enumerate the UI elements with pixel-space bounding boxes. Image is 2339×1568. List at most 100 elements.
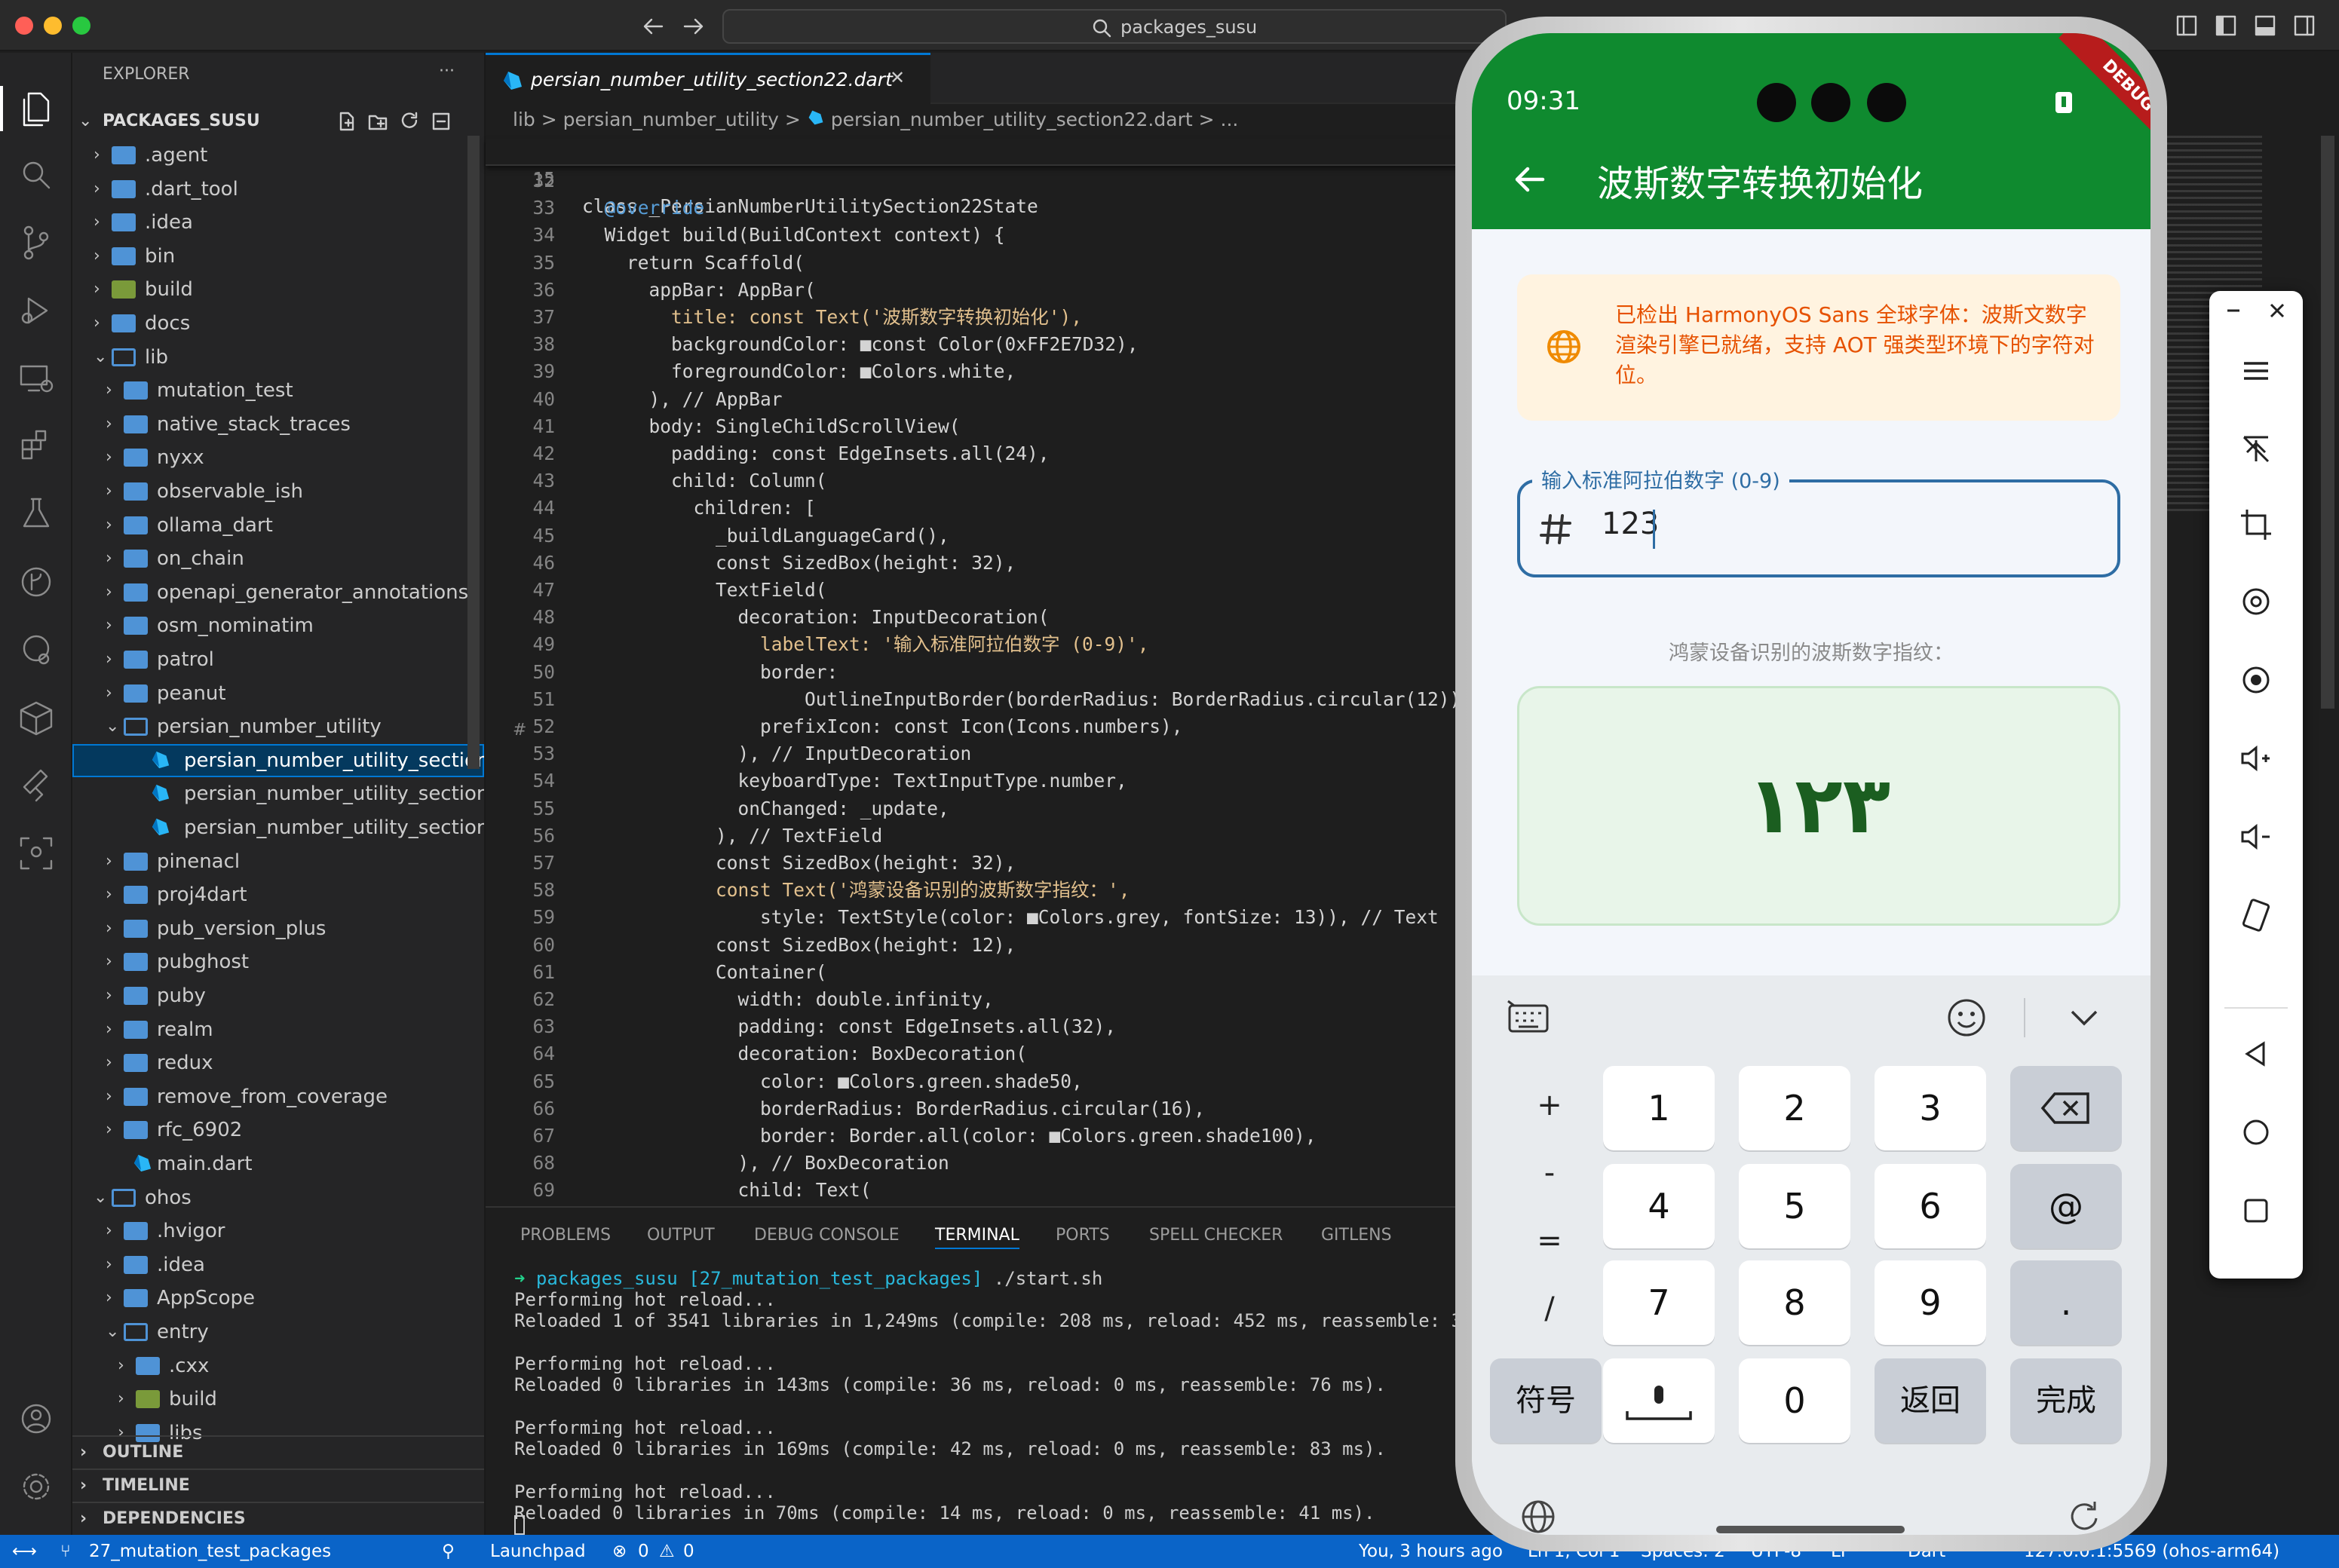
code-line[interactable]: 39 foregroundColor: ■Colors.white, bbox=[486, 358, 1579, 385]
section-dependencies[interactable]: › DEPENDENCIES bbox=[72, 1502, 484, 1535]
code-line[interactable]: 63 padding: const EdgeInsets.all(32), bbox=[486, 1013, 1579, 1040]
new-file-icon[interactable] bbox=[335, 110, 357, 133]
nav-home-circle-icon[interactable] bbox=[2233, 1110, 2279, 1155]
tree-item[interactable]: main.dart bbox=[72, 1147, 484, 1181]
digit-key[interactable]: 2 bbox=[1739, 1066, 1850, 1150]
pin-off-icon[interactable] bbox=[2233, 427, 2279, 472]
tree-item[interactable]: › puby bbox=[72, 979, 484, 1012]
terminal-output[interactable]: Performing hot reload... Reloaded 1 of 35… bbox=[486, 1289, 1579, 1530]
code-line[interactable]: 55 onChanged: _update, bbox=[486, 795, 1579, 822]
dot-key[interactable]: . bbox=[2010, 1260, 2122, 1345]
voice-input-key[interactable] bbox=[1603, 1358, 1715, 1443]
language-globe-icon[interactable] bbox=[1519, 1497, 1558, 1535]
tree-item[interactable]: › bin bbox=[72, 240, 484, 273]
volume-down-icon[interactable] bbox=[2233, 814, 2279, 859]
run-debug-icon[interactable] bbox=[14, 288, 59, 333]
code-line[interactable]: 42 padding: const EdgeInsets.all(24), bbox=[486, 440, 1579, 467]
minimize-emulator-icon[interactable] bbox=[2218, 296, 2264, 341]
flutter-icon[interactable] bbox=[14, 763, 59, 808]
tree-item[interactable]: › native_stack_traces bbox=[72, 408, 484, 441]
tree-item[interactable]: › .dart_tool bbox=[72, 173, 484, 206]
tree-item[interactable]: › redux bbox=[72, 1046, 484, 1080]
warning-count[interactable]: 0 bbox=[683, 1535, 694, 1568]
tree-item[interactable]: › on_chain bbox=[72, 542, 484, 575]
back-arrow-icon[interactable] bbox=[1513, 163, 1546, 196]
toggle-panel-icon[interactable] bbox=[2253, 14, 2277, 38]
breadcrumb-lib[interactable]: lib bbox=[513, 109, 535, 130]
toggle-secondary-sidebar-icon[interactable] bbox=[2292, 14, 2316, 38]
tree-item[interactable]: › remove_from_coverage bbox=[72, 1080, 484, 1113]
tree-item[interactable]: › build bbox=[72, 1383, 484, 1416]
code-line[interactable]: 52 prefixIcon: const Icon(Icons.numbers)… bbox=[486, 713, 1579, 740]
panel-tab-gitlens[interactable]: GITLENS bbox=[1321, 1226, 1392, 1245]
sticky-scroll-line[interactable]: 15 class _PersianNumberUtilitySection22S… bbox=[486, 139, 1579, 217]
breadcrumb-folder[interactable]: persian_number_utility bbox=[563, 109, 779, 130]
tree-item[interactable]: › AppScope bbox=[72, 1282, 484, 1315]
tree-item[interactable]: › docs bbox=[72, 307, 484, 340]
toggle-sidebar-icon[interactable] bbox=[2214, 14, 2238, 38]
code-line[interactable]: 36 appBar: AppBar( bbox=[486, 277, 1579, 304]
remote-icon[interactable]: ⟷ bbox=[12, 1535, 37, 1568]
volume-up-icon[interactable] bbox=[2233, 736, 2279, 781]
code-line[interactable]: 38 backgroundColor: ■const Color(0xFF2E7… bbox=[486, 331, 1579, 358]
back-arrow-icon[interactable] bbox=[642, 17, 665, 36]
code-line[interactable]: 51 OutlineInputBorder(borderRadius: Bord… bbox=[486, 686, 1579, 713]
code-line[interactable]: 59 style: TextStyle(color: ■Colors.grey,… bbox=[486, 904, 1579, 931]
source-control-icon[interactable] bbox=[14, 220, 59, 265]
code-line[interactable]: 43 child: Column( bbox=[486, 467, 1579, 495]
minimize-window-button[interactable] bbox=[44, 17, 62, 35]
digit-key[interactable]: 5 bbox=[1739, 1164, 1850, 1248]
code-line[interactable]: 33 @override bbox=[486, 194, 1579, 222]
error-count[interactable]: 0 bbox=[638, 1535, 649, 1568]
digit-key[interactable]: 0 bbox=[1739, 1358, 1850, 1443]
digit-key[interactable]: 6 bbox=[1875, 1164, 1986, 1248]
rotate-device-icon[interactable] bbox=[2233, 893, 2279, 938]
testing-icon[interactable] bbox=[14, 492, 59, 537]
tree-item[interactable]: › pinenacl bbox=[72, 845, 484, 878]
panel-tab-spell-checker[interactable]: SPELL CHECKER bbox=[1149, 1226, 1283, 1245]
remote-explorer-icon[interactable] bbox=[14, 356, 59, 401]
search-icon[interactable] bbox=[14, 152, 59, 198]
code-line[interactable]: 47 TextField( bbox=[486, 577, 1579, 604]
code-line[interactable]: 58 const Text('鸿蒙设备识别的波斯数字指纹：', bbox=[486, 877, 1579, 904]
tree-item[interactable]: › build bbox=[72, 273, 484, 306]
explorer-more-button[interactable]: ··· bbox=[439, 62, 455, 81]
forward-arrow-icon[interactable] bbox=[682, 17, 704, 36]
refresh-icon[interactable] bbox=[398, 110, 421, 133]
tree-item[interactable]: persian_number_utility_section... bbox=[72, 777, 484, 810]
done-key[interactable]: 完成 bbox=[2010, 1358, 2122, 1443]
package-icon[interactable] bbox=[14, 695, 59, 740]
at-key[interactable]: @ bbox=[2010, 1164, 2122, 1248]
section-timeline[interactable]: › TIMELINE bbox=[72, 1468, 484, 1502]
panel-tab-problems[interactable]: PROBLEMS bbox=[520, 1226, 611, 1245]
panel-tab-ports[interactable]: PORTS bbox=[1056, 1226, 1110, 1245]
tree-item[interactable]: › .hvigor bbox=[72, 1214, 484, 1248]
extensions-icon[interactable] bbox=[14, 424, 59, 469]
tree-item[interactable]: › realm bbox=[72, 1013, 484, 1046]
tree-item[interactable]: › osm_nominatim bbox=[72, 609, 484, 642]
code-lines[interactable]: 32 33 @override 34 Widget build(BuildConte… bbox=[486, 167, 1579, 1201]
code-line[interactable]: 61 Container( bbox=[486, 959, 1579, 986]
tree-item[interactable]: › .idea bbox=[72, 1248, 484, 1282]
panel-tab-debug-console[interactable]: DEBUG CONSOLE bbox=[754, 1226, 900, 1245]
code-line[interactable]: 50 border: bbox=[486, 659, 1579, 686]
git-graph-icon[interactable] bbox=[14, 559, 59, 605]
tree-item[interactable]: ⌄ entry bbox=[72, 1315, 484, 1349]
digit-key[interactable]: 9 bbox=[1875, 1260, 1986, 1345]
screenshot-crop-icon[interactable] bbox=[2233, 502, 2279, 547]
account-icon[interactable] bbox=[14, 1396, 59, 1441]
screen-record-icon[interactable] bbox=[2233, 579, 2279, 624]
new-folder-icon[interactable] bbox=[366, 110, 389, 133]
code-line[interactable]: 48 decoration: InputDecoration( bbox=[486, 604, 1579, 631]
code-line[interactable]: 67 border: Border.all(color: ■Colors.gre… bbox=[486, 1122, 1579, 1150]
code-line[interactable]: 60 const SizedBox(height: 12), bbox=[486, 932, 1579, 959]
menu-icon[interactable] bbox=[2233, 348, 2279, 394]
command-center-search[interactable]: packages_susu bbox=[722, 9, 1507, 44]
code-line[interactable]: 62 width: double.infinity, bbox=[486, 986, 1579, 1013]
blame-label[interactable]: You, 3 hours ago bbox=[1359, 1535, 1503, 1568]
editor-scrollbar[interactable] bbox=[2321, 136, 2334, 709]
tree-item[interactable]: persian_number_utility_section... bbox=[72, 811, 484, 844]
close-window-button[interactable] bbox=[15, 17, 33, 35]
section-outline[interactable]: › OUTLINE bbox=[72, 1435, 484, 1468]
launchpad-label[interactable]: Launchpad bbox=[490, 1535, 586, 1568]
